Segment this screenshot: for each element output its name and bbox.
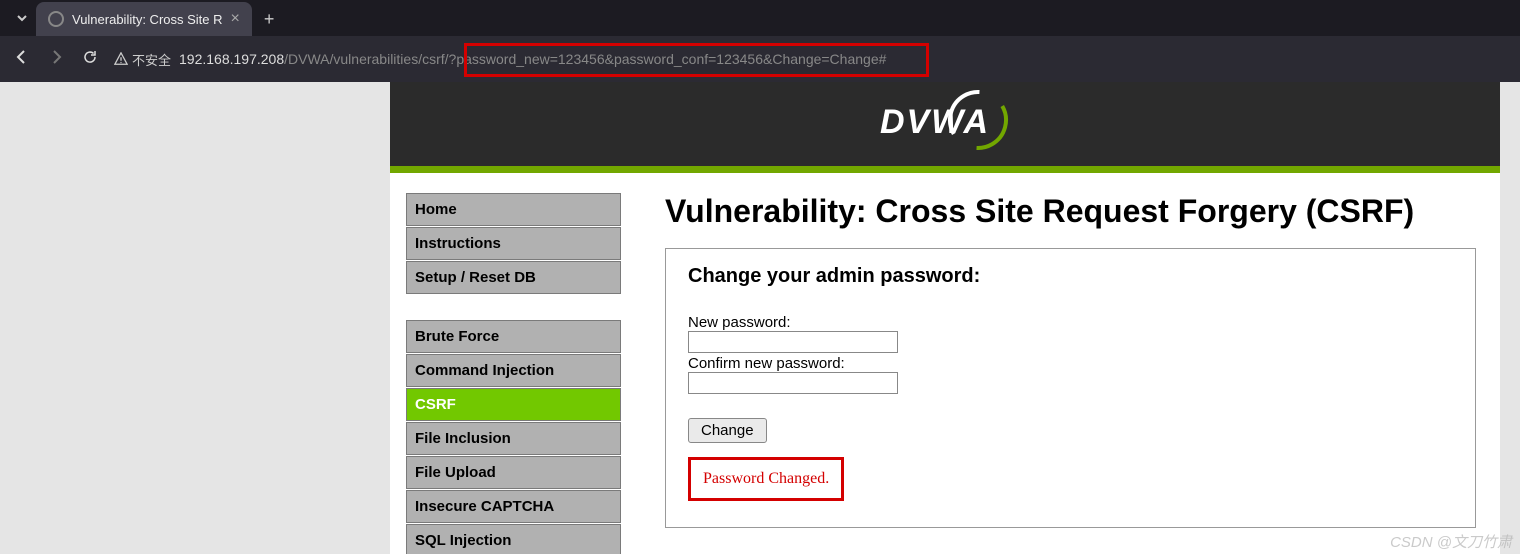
form-title: Change your admin password: (688, 265, 1453, 288)
page-body: DVWA Home Instructions Setup / Reset DB … (390, 82, 1500, 554)
url-path: /DVWA/vulnerabilities/csrf/ (284, 51, 448, 67)
page-viewport: DVWA Home Instructions Setup / Reset DB … (0, 82, 1520, 554)
insecure-badge[interactable]: 不安全 (114, 50, 171, 69)
reload-button[interactable] (80, 49, 100, 70)
sidebar-group-2: Brute Force Command Injection CSRF File … (406, 320, 621, 554)
confirm-password-label: Confirm new password: (688, 355, 845, 372)
dvwa-logo-icon: DVWA (870, 85, 1020, 155)
dvwa-header: DVWA (390, 82, 1500, 173)
tab-favicon-icon (48, 11, 64, 27)
tab-list-dropdown[interactable] (8, 0, 36, 36)
tab-strip: Vulnerability: Cross Site R × + (0, 0, 1520, 36)
insecure-label: 不安全 (132, 50, 171, 69)
warning-icon (114, 52, 128, 66)
dvwa-content: Home Instructions Setup / Reset DB Brute… (390, 173, 1500, 554)
watermark: CSDN @文刀竹肃 (1390, 531, 1512, 552)
back-button[interactable] (12, 49, 32, 70)
url-text: 192.168.197.208/DVWA/vulnerabilities/csr… (179, 51, 886, 67)
sidebar-item-file-inclusion[interactable]: File Inclusion (406, 422, 621, 455)
new-password-row: New password: (688, 314, 1453, 353)
sidebar-item-command-injection[interactable]: Command Injection (406, 354, 621, 387)
sidebar-item-file-upload[interactable]: File Upload (406, 456, 621, 489)
svg-text:DVWA: DVWA (880, 103, 990, 141)
sidebar-group-1: Home Instructions Setup / Reset DB (406, 193, 621, 294)
confirm-password-input[interactable] (688, 372, 898, 394)
sidebar-item-insecure-captcha[interactable]: Insecure CAPTCHA (406, 490, 621, 523)
forward-button[interactable] (46, 49, 66, 70)
close-icon[interactable]: × (231, 10, 240, 28)
browser-toolbar: 不安全 192.168.197.208/DVWA/vulnerabilities… (0, 36, 1520, 82)
browser-tab[interactable]: Vulnerability: Cross Site R × (36, 2, 252, 36)
sidebar-item-instructions[interactable]: Instructions (406, 227, 621, 260)
sidebar-item-home[interactable]: Home (406, 193, 621, 226)
new-password-input[interactable] (688, 331, 898, 353)
sidebar-item-setup[interactable]: Setup / Reset DB (406, 261, 621, 294)
url-host: 192.168.197.208 (179, 51, 284, 67)
dvwa-logo: DVWA (870, 85, 1020, 164)
csrf-form-box: Change your admin password: New password… (665, 248, 1476, 528)
url-query: ?password_new=123456&password_conf=12345… (449, 51, 887, 67)
sidebar-item-csrf[interactable]: CSRF (406, 388, 621, 421)
address-bar[interactable]: 不安全 192.168.197.208/DVWA/vulnerabilities… (114, 50, 1508, 69)
page-title: Vulnerability: Cross Site Request Forger… (665, 193, 1476, 230)
main-content: Vulnerability: Cross Site Request Forger… (665, 193, 1500, 554)
new-password-label: New password: (688, 314, 791, 331)
confirm-password-row: Confirm new password: (688, 355, 1453, 394)
sidebar-item-sql-injection[interactable]: SQL Injection (406, 524, 621, 554)
new-tab-button[interactable]: + (252, 2, 287, 36)
tab-title: Vulnerability: Cross Site R (72, 12, 223, 27)
change-button[interactable]: Change (688, 418, 767, 443)
result-message: Password Changed. (688, 457, 844, 501)
sidebar: Home Instructions Setup / Reset DB Brute… (406, 193, 621, 554)
sidebar-item-brute-force[interactable]: Brute Force (406, 320, 621, 353)
